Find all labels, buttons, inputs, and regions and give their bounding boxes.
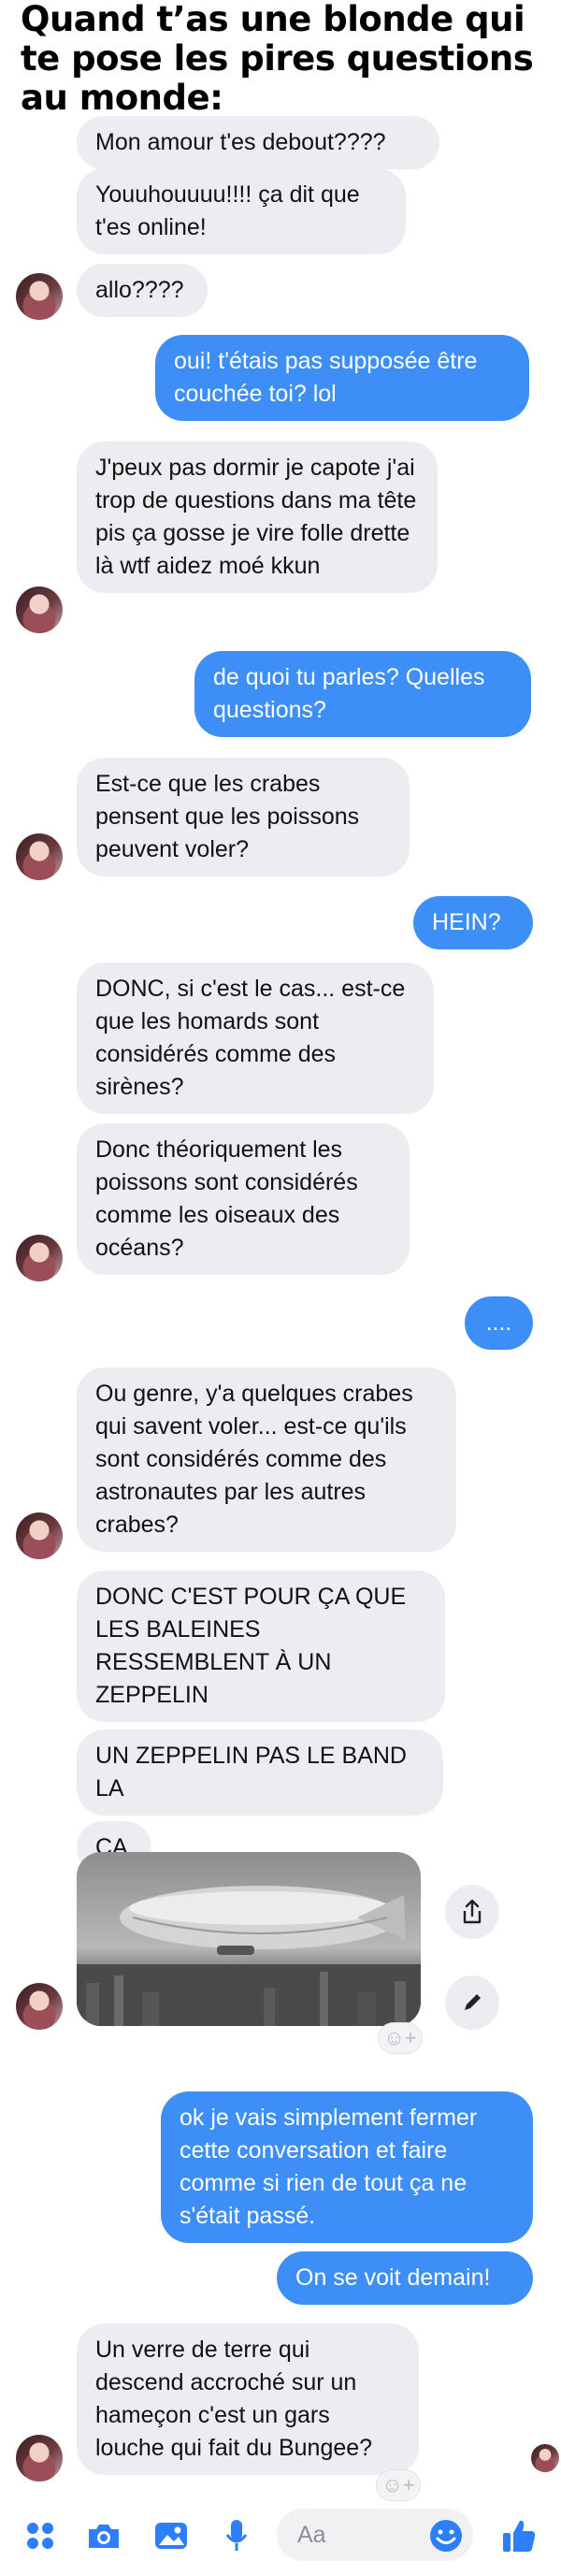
message-bubble[interactable]: oui! t'étais pas supposée être couchée t… [155,335,529,421]
message-bubble[interactable]: J'peux pas dormir je capote j'ai trop de… [77,441,438,593]
like-button[interactable] [496,2512,542,2559]
message-bubble[interactable]: Mon amour t'es debout???? [77,116,439,169]
contact-avatar[interactable] [16,273,63,320]
contact-avatar[interactable] [16,586,63,633]
camera-button[interactable] [80,2512,127,2559]
message-bubble[interactable]: DONC C'EST POUR ÇA QUE LES BALEINES RESS… [77,1570,445,1722]
microphone-icon [225,2520,248,2551]
image-icon [155,2523,187,2549]
apps-icon [27,2523,53,2549]
message-bubble[interactable]: UN ZEPPELIN PAS LE BAND LA [77,1729,443,1816]
message-bubble[interactable]: .... [465,1296,533,1350]
message-bubble[interactable]: allo???? [77,264,208,317]
contact-avatar[interactable] [16,1235,63,1281]
message-bubble[interactable]: Youuhouuuu!!!! ça dit que t'es online! [77,168,406,254]
contact-avatar[interactable] [16,2435,63,2482]
message-bubble[interactable]: On se voit demain! [277,2251,533,2305]
apps-button[interactable] [17,2512,64,2559]
message-bubble[interactable]: Un verre de terre qui descend accroché s… [77,2323,419,2475]
zeppelin-image [77,1886,421,2026]
message-bubble[interactable]: de quoi tu parles? Quelles questions? [194,651,531,737]
gallery-button[interactable] [148,2512,194,2559]
composer-bar: Aa [0,2496,561,2576]
message-bubble[interactable]: DONC, si c'est le cas... est-ce que les … [77,962,434,1114]
add-reaction-icon[interactable]: ☺+ [378,2022,423,2054]
share-icon [463,1899,482,1924]
emoji-button[interactable] [423,2512,469,2559]
message-input-placeholder: Aa [297,2521,326,2548]
pencil-icon [465,1994,481,2010]
message-bubble[interactable]: Ou genre, y'a quelques crabes qui savent… [77,1368,456,1552]
emoji-icon [430,2520,462,2552]
read-receipt-avatar [531,2444,559,2472]
contact-avatar[interactable] [16,833,63,880]
message-bubble[interactable]: ok je vais simplement fermer cette conve… [161,2091,533,2243]
zeppelin-photo[interactable] [77,1852,421,2026]
edit-button[interactable] [445,1975,499,2030]
message-bubble[interactable]: Donc théoriquement les poissons sont con… [77,1123,410,1275]
message-bubble[interactable]: HEIN? [413,896,533,949]
microphone-button[interactable] [213,2512,260,2559]
contact-avatar[interactable] [16,1512,63,1559]
message-bubble[interactable]: Est-ce que les crabes pensent que les po… [77,758,410,876]
thumbs-up-icon [503,2520,536,2552]
contact-avatar[interactable] [16,1983,63,2030]
camera-icon [89,2525,119,2548]
meme-caption: Quand t’as une blonde qui te pose les pi… [21,0,534,118]
share-button[interactable] [445,1885,499,1939]
